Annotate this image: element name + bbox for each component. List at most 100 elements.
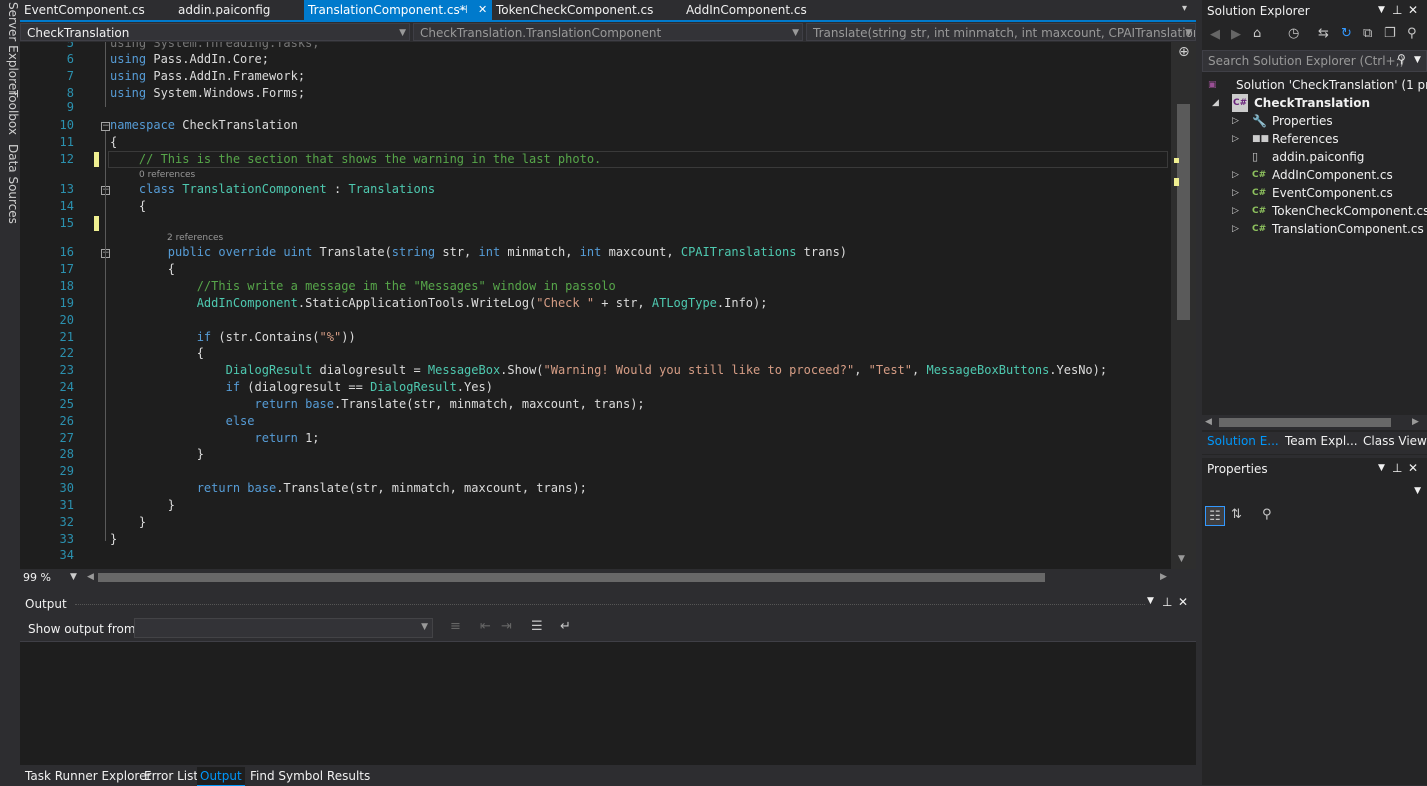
pin-icon[interactable]: ⊣ xyxy=(458,0,468,20)
tab-team-explorer[interactable]: Team Expl... xyxy=(1285,434,1358,448)
tab-solution-explorer[interactable]: Solution E... xyxy=(1207,434,1279,448)
code-line: //This write a message im the "Messages"… xyxy=(196,279,616,293)
line-number: 32 xyxy=(59,515,74,529)
tree-item-addin-component[interactable]: ▷ C# AddInComponent.cs xyxy=(1232,166,1393,184)
solution-h-scrollbar[interactable]: ◀ ▶ xyxy=(1202,415,1427,430)
outline-line xyxy=(105,131,106,541)
line-number: 23 xyxy=(59,363,74,377)
csharp-project-icon: C# xyxy=(1232,94,1249,112)
scroll-left-icon[interactable]: ◀ xyxy=(1205,417,1212,427)
tree-item-properties[interactable]: ▷ 🔧 Properties xyxy=(1232,112,1333,130)
pin-icon[interactable]: ⊥ xyxy=(1392,3,1402,17)
properties-object-dropdown[interactable]: ▼ xyxy=(1202,481,1427,503)
tab-translation-component[interactable]: TranslationComponent.cs* ⊣ ✕ xyxy=(304,0,492,20)
tree-project[interactable]: ◢ C# CheckTranslation xyxy=(1212,94,1370,112)
tab-addin-component[interactable]: AddInComponent.cs xyxy=(682,0,832,20)
line-number: 8 xyxy=(66,86,74,100)
tree-item-translation-component[interactable]: ▷ C# TranslationComponent.cs xyxy=(1232,220,1424,238)
tab-find-symbol-results[interactable]: Find Symbol Results xyxy=(250,767,370,785)
server-explorer-tab[interactable]: Server Explorer xyxy=(0,2,20,95)
solution-search-input[interactable]: Search Solution Explorer (Ctrl+;) ⚲ ▼ xyxy=(1202,50,1427,72)
search-icon[interactable]: ⚲ xyxy=(1397,52,1406,66)
close-icon[interactable]: ✕ xyxy=(1408,461,1418,475)
pin-icon[interactable]: ⊥ xyxy=(1392,461,1402,475)
codelens-references[interactable]: 2 references xyxy=(167,233,223,243)
scroll-left-icon[interactable]: ◀ xyxy=(87,572,94,582)
pin-icon[interactable]: ⊥ xyxy=(1162,595,1172,609)
line-number: 7 xyxy=(66,69,74,83)
clear-all-icon[interactable]: ☰ xyxy=(531,619,543,634)
file-icon: ▯ xyxy=(1252,150,1259,163)
line-number: 22 xyxy=(59,346,74,360)
close-icon[interactable]: ✕ xyxy=(1178,595,1188,609)
codelens-references[interactable]: 0 references xyxy=(139,170,195,180)
tree-item-paiconfig[interactable]: ▯ addin.paiconfig xyxy=(1232,148,1364,166)
code-line: } xyxy=(110,532,118,546)
refresh-icon[interactable]: ↻ xyxy=(1341,26,1352,41)
chevron-down-icon: ▼ xyxy=(399,28,406,38)
scrollbar-thumb[interactable] xyxy=(1177,104,1190,320)
scroll-right-icon[interactable]: ▶ xyxy=(1160,572,1167,582)
tree-item-event-component[interactable]: ▷ C# EventComponent.cs xyxy=(1232,184,1393,202)
find-message-icon[interactable]: ≡ xyxy=(450,619,461,634)
show-all-files-icon[interactable]: ❐ xyxy=(1384,26,1396,41)
solution-explorer-title: Solution Explorer xyxy=(1207,4,1310,18)
line-number: 26 xyxy=(59,414,74,428)
h-scrollbar-thumb[interactable] xyxy=(1219,418,1391,427)
word-wrap-icon[interactable]: ↵ xyxy=(560,619,571,634)
tab-overflow-icon[interactable]: ▾ xyxy=(1182,3,1187,14)
scroll-down-icon[interactable]: ▼ xyxy=(1178,554,1185,564)
code-line: using Pass.AddIn.Core; xyxy=(110,52,269,66)
forward-icon[interactable]: ▶ xyxy=(1231,27,1241,42)
data-sources-tab[interactable]: Data Sources xyxy=(0,144,20,224)
code-line: return base.Translate(str, minmatch, max… xyxy=(196,481,587,495)
chevron-down-icon: ▼ xyxy=(792,28,799,38)
panel-menu-icon[interactable]: ▼ xyxy=(1378,5,1385,15)
next-message-icon[interactable]: ⇥ xyxy=(501,619,512,634)
output-source-dropdown[interactable]: ▼ xyxy=(134,618,433,638)
home-icon[interactable]: ⌂ xyxy=(1253,26,1261,41)
previous-message-icon[interactable]: ⇤ xyxy=(480,619,491,634)
code-line: { xyxy=(110,135,118,149)
tab-token-check-component[interactable]: TokenCheckComponent.cs xyxy=(492,0,682,20)
tab-task-runner-explorer[interactable]: Task Runner Explorer xyxy=(25,767,151,785)
properties-panel: Properties ▼ ⊥ ✕ ▼ ☷ ⇅ ⚲ xyxy=(1202,458,1427,785)
panel-menu-icon[interactable]: ▼ xyxy=(1147,596,1154,606)
split-icon[interactable]: ⊕ xyxy=(1178,44,1190,60)
close-icon[interactable]: ✕ xyxy=(478,0,487,20)
type-dropdown[interactable]: CheckTranslation.TranslationComponent ▼ xyxy=(413,23,803,41)
panel-menu-icon[interactable]: ▼ xyxy=(1378,463,1385,473)
search-options-icon[interactable]: ▼ xyxy=(1414,55,1421,65)
property-pages-icon[interactable]: ⚲ xyxy=(1262,507,1272,522)
scroll-right-icon[interactable]: ▶ xyxy=(1412,417,1419,427)
toolbox-tab[interactable]: Toolbox xyxy=(0,90,20,135)
h-scrollbar-thumb[interactable] xyxy=(98,573,1045,582)
collapse-all-icon[interactable]: ⧉ xyxy=(1363,26,1372,41)
output-text-area[interactable] xyxy=(20,641,1196,765)
back-icon[interactable]: ◀ xyxy=(1210,27,1220,42)
line-number: 25 xyxy=(59,397,74,411)
tab-error-list[interactable]: Error List xyxy=(144,767,198,785)
navigation-bar: CheckTranslation ▼ CheckTranslation.Trans… xyxy=(20,22,1196,42)
editor-vertical-scrollbar[interactable]: ⊕ ▼ xyxy=(1171,42,1196,569)
tree-solution[interactable]: ▣ Solution 'CheckTranslation' (1 proje xyxy=(1206,76,1427,94)
history-icon[interactable]: ◷ xyxy=(1288,26,1299,41)
tab-addin-paiconfig[interactable]: addin.paiconfig xyxy=(174,0,302,20)
tab-event-component[interactable]: EventComponent.cs xyxy=(20,0,172,20)
wrench-icon[interactable]: ⚲ xyxy=(1407,26,1417,41)
member-dropdown[interactable]: Translate(string str, int minmatch, int … xyxy=(806,23,1196,41)
tab-class-view[interactable]: Class View xyxy=(1363,434,1427,448)
alphabetical-icon[interactable]: ⇅ xyxy=(1231,507,1242,522)
line-number: 10 xyxy=(59,118,74,132)
zoom-dropdown[interactable]: 99 % ▼ xyxy=(20,569,85,586)
tree-item-references[interactable]: ▷ ■■ References xyxy=(1232,130,1339,148)
sync-icon[interactable]: ⇆ xyxy=(1318,26,1329,41)
tree-item-tokencheck-component[interactable]: ▷ C# TokenCheckComponent.cs xyxy=(1232,202,1427,220)
project-dropdown[interactable]: CheckTranslation ▼ xyxy=(20,23,410,41)
line-number: 5 xyxy=(66,42,74,50)
collapse-icon[interactable]: − xyxy=(101,122,110,131)
code-editor[interactable]: 5 6 7 8 9 10 11 12 13 14 15 16 17 18 19 … xyxy=(20,42,1196,569)
close-icon[interactable]: ✕ xyxy=(1408,3,1418,17)
categorized-icon[interactable]: ☷ xyxy=(1205,506,1225,526)
tab-output[interactable]: Output xyxy=(197,767,245,786)
